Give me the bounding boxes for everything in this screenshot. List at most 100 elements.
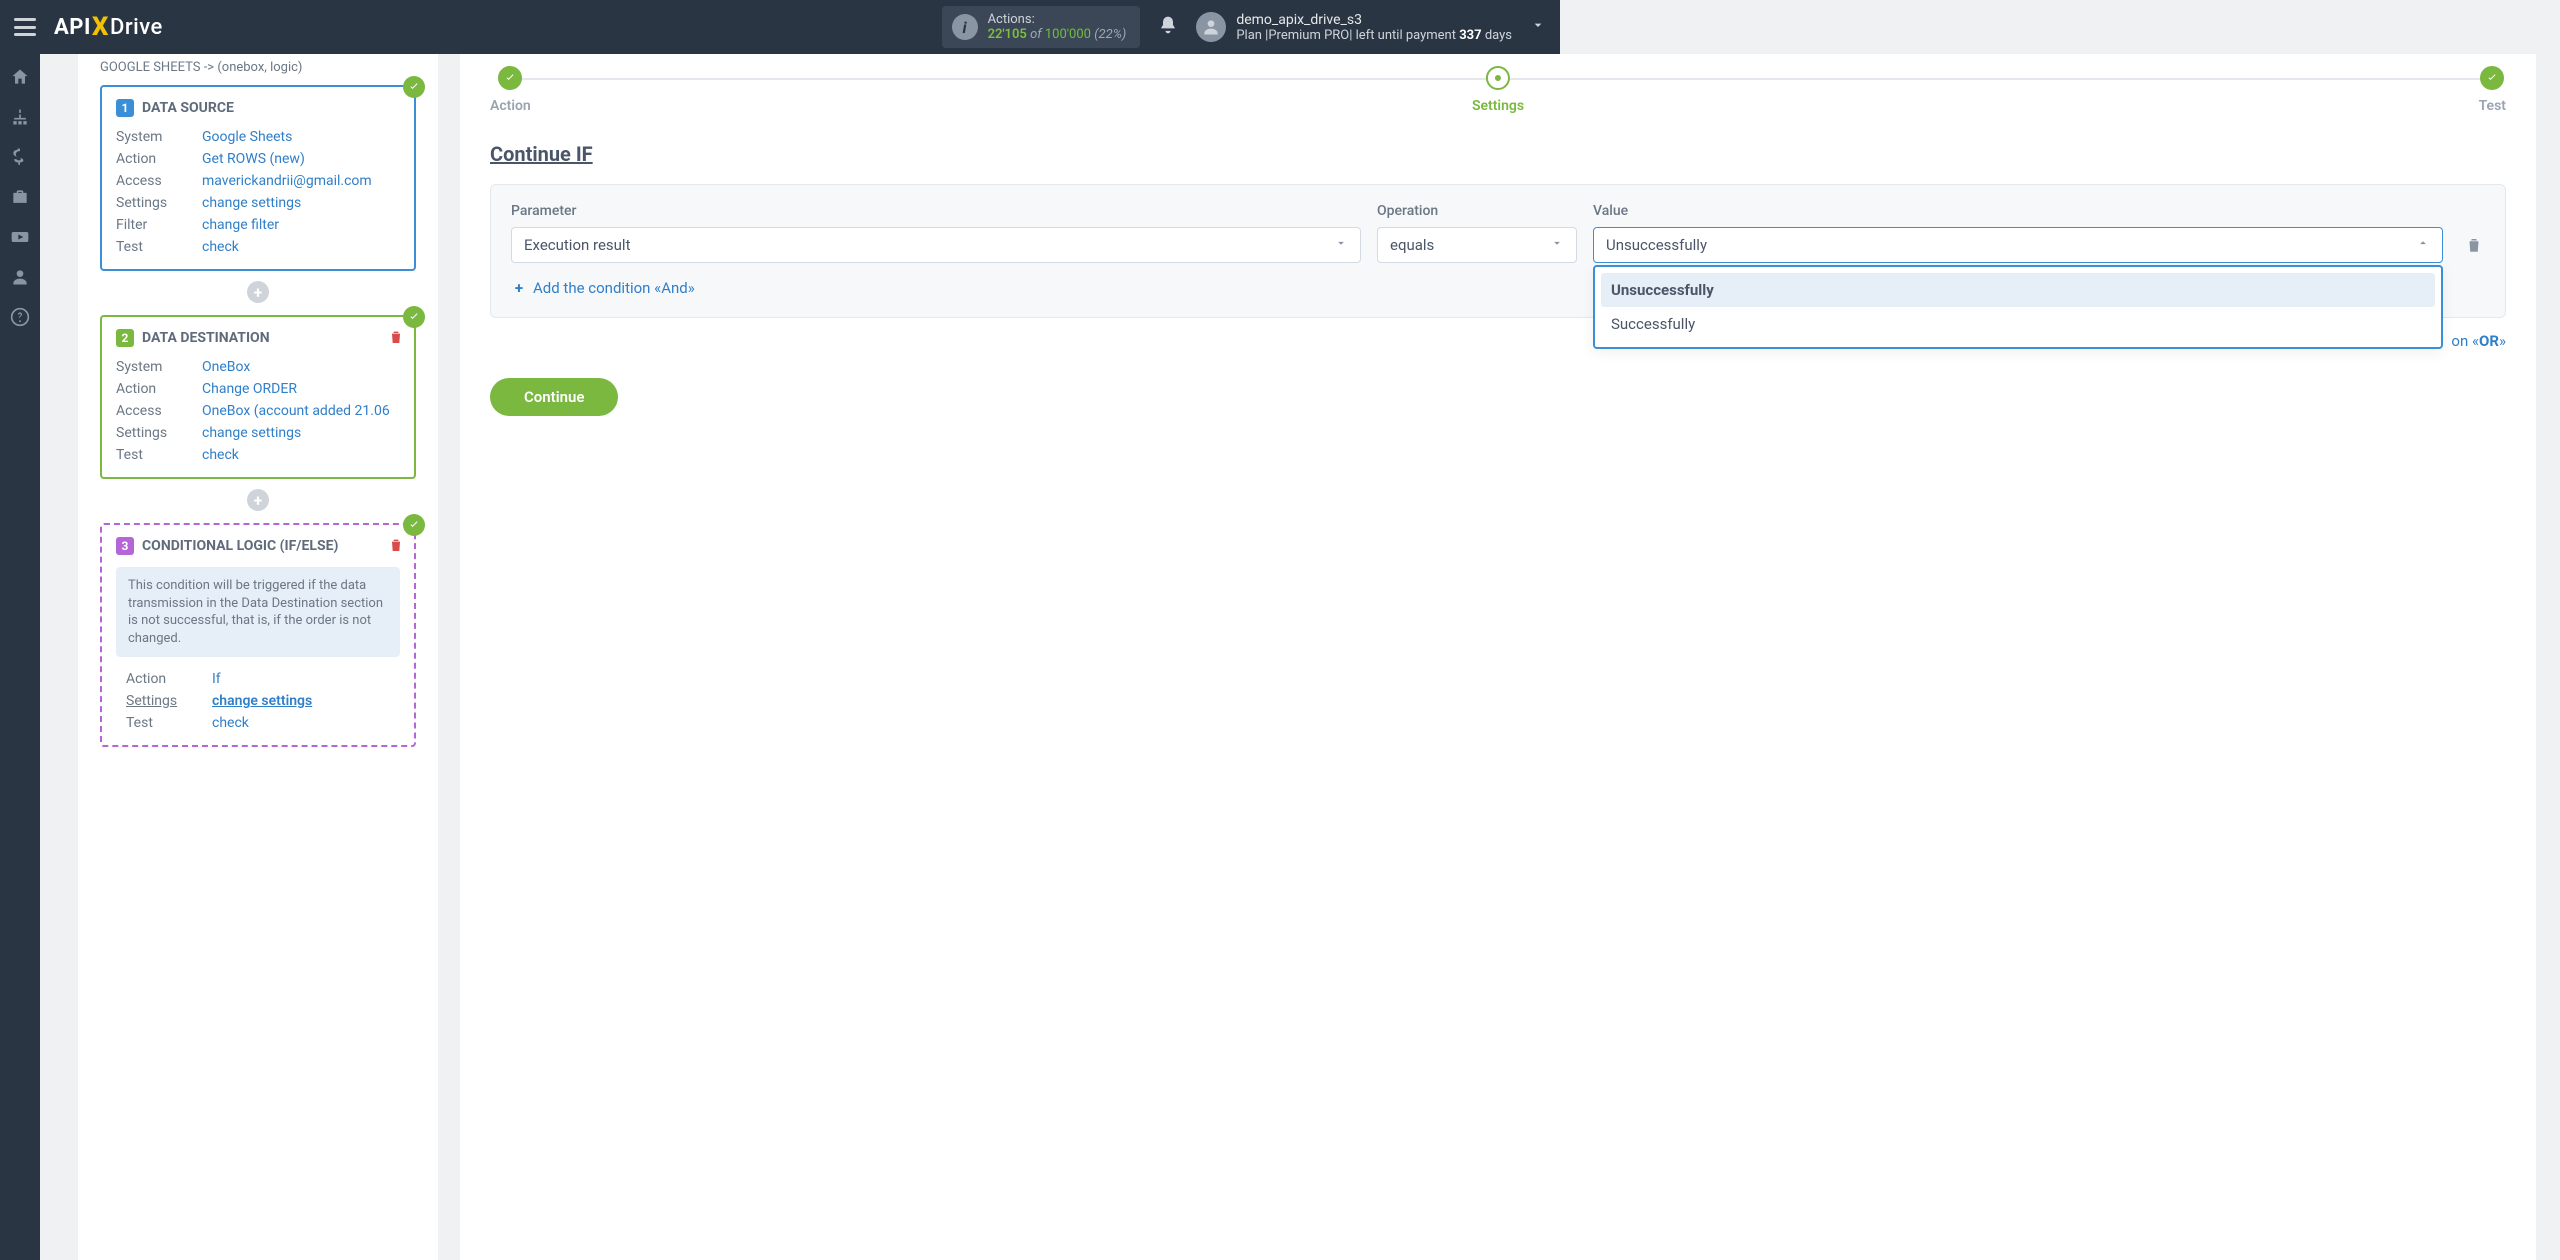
dropdown-option-successfully[interactable]: Successfully [1601,307,2435,341]
label-settings: Settings [116,425,202,441]
user-plan: Plan |Premium PRO| left until payment 33… [1236,28,1512,43]
link-test[interactable]: check [212,715,390,731]
link-test[interactable]: check [202,447,400,463]
link-action[interactable]: Get ROWS (new) [202,151,400,167]
dollar-icon[interactable] [9,146,31,168]
delete-icon[interactable] [388,329,404,349]
chevron-down-icon[interactable] [1530,17,1546,37]
user-icon[interactable] [9,266,31,288]
label-action: Action [126,671,212,687]
select-value-value: Unsuccessfully [1606,236,1707,254]
step-number: 2 [116,329,134,347]
breadcrumb: GOOGLE SHEETS -> (onebox, logic) [100,60,416,75]
briefcase-icon[interactable] [9,186,31,208]
section-title: Continue IF [490,142,2506,166]
link-settings[interactable]: change settings [202,195,400,211]
link-system[interactable]: Google Sheets [202,129,400,145]
card-data-source[interactable]: 1 DATA SOURCE SystemGoogle Sheets ActionG… [100,85,416,271]
actions-percent: (22%) [1094,27,1126,42]
select-parameter-value: Execution result [524,236,630,254]
select-parameter[interactable]: Execution result [511,227,1361,263]
avatar-icon [1196,12,1226,42]
actions-label: Actions: [988,12,1127,27]
workflow-panel: GOOGLE SHEETS -> (onebox, logic) 1 DATA S… [78,54,438,1260]
step-action[interactable]: Action [490,66,531,114]
delete-icon[interactable] [388,537,404,557]
actions-current: 22'105 [988,27,1027,42]
add-and-label: Add the condition «And» [533,279,695,297]
info-icon: i [952,14,978,40]
link-filter[interactable]: change filter [202,217,400,233]
top-bar: APIXDrive i Actions: 22'105 of 100'000 (… [0,0,1560,54]
card-title: DATA SOURCE [142,100,234,116]
step-settings[interactable]: Settings [1472,66,1524,114]
menu-icon[interactable] [14,18,36,36]
label-test: Test [116,239,202,255]
card-conditional-logic[interactable]: 3 CONDITIONAL LOGIC (IF/ELSE) This condit… [100,523,416,747]
label-parameter: Parameter [511,203,1361,219]
label-access: Access [116,173,202,189]
dropdown-option-unsuccessfully[interactable]: Unsuccessfully [1601,273,2435,307]
actions-max: 100'000 [1045,27,1091,42]
label-settings: Settings [116,195,202,211]
check-icon [403,306,425,328]
link-test[interactable]: check [202,239,400,255]
label-action: Action [116,151,202,167]
value-dropdown: Unsuccessfully Successfully [1593,265,2443,349]
chevron-down-icon [1334,236,1348,254]
link-access[interactable]: OneBox (account added 21.06 [202,403,400,419]
step-number: 3 [116,537,134,555]
label-filter: Filter [116,217,202,233]
link-system[interactable]: OneBox [202,359,400,375]
help-icon[interactable] [9,306,31,328]
link-action[interactable]: If [212,671,390,687]
plus-icon: + [511,280,527,296]
field-parameter: Parameter Execution result [511,203,1361,263]
chevron-up-icon [2416,236,2430,254]
card-title: CONDITIONAL LOGIC (IF/ELSE) [142,538,338,554]
link-action[interactable]: Change ORDER [202,381,400,397]
label-operation: Operation [1377,203,1577,219]
sitemap-icon[interactable] [9,106,31,128]
step-number: 1 [116,99,134,117]
left-rail [0,54,40,1260]
main-content: Action Settings Test Continue IF Paramet… [460,54,2536,1260]
label-access: Access [116,403,202,419]
check-icon [403,514,425,536]
link-settings[interactable]: change settings [212,693,390,709]
home-icon[interactable] [9,66,31,88]
select-value[interactable]: Unsuccessfully [1593,227,2443,263]
logo[interactable]: APIXDrive [54,12,163,42]
info-message: This condition will be triggered if the … [116,567,400,657]
field-operation: Operation equals [1377,203,1577,263]
check-icon [403,76,425,98]
field-value: Value Unsuccessfully Unsuccessfully Succ… [1593,203,2443,263]
continue-button[interactable]: Continue [490,378,618,416]
actions-counter[interactable]: i Actions: 22'105 of 100'000 (22%) [942,6,1141,48]
chevron-down-icon [1550,236,1564,254]
add-step-button[interactable]: + [247,281,269,303]
step-test[interactable]: Test [2479,66,2506,114]
label-test: Test [126,715,212,731]
label-system: System [116,359,202,375]
link-access[interactable]: maverickandrii@gmail.com [202,173,400,189]
card-title: DATA DESTINATION [142,330,270,346]
actions-of: of [1030,27,1045,42]
label-value: Value [1593,203,2443,219]
user-name: demo_apix_drive_s3 [1236,12,1512,28]
label-settings: Settings [126,693,212,709]
stepper: Action Settings Test [490,62,2506,132]
add-step-button[interactable]: + [247,489,269,511]
condition-box: Parameter Execution result Operation equ… [490,184,2506,318]
label-test: Test [116,447,202,463]
select-operation-value: equals [1390,236,1434,254]
label-action: Action [116,381,202,397]
card-data-destination[interactable]: 2 DATA DESTINATION SystemOneBox ActionCha… [100,315,416,479]
user-menu[interactable]: demo_apix_drive_s3 Plan |Premium PRO| le… [1196,12,1512,43]
link-settings[interactable]: change settings [202,425,400,441]
label-system: System [116,129,202,145]
select-operation[interactable]: equals [1377,227,1577,263]
youtube-icon[interactable] [9,226,31,248]
bell-icon[interactable] [1158,15,1178,39]
trash-icon[interactable] [2463,227,2485,263]
